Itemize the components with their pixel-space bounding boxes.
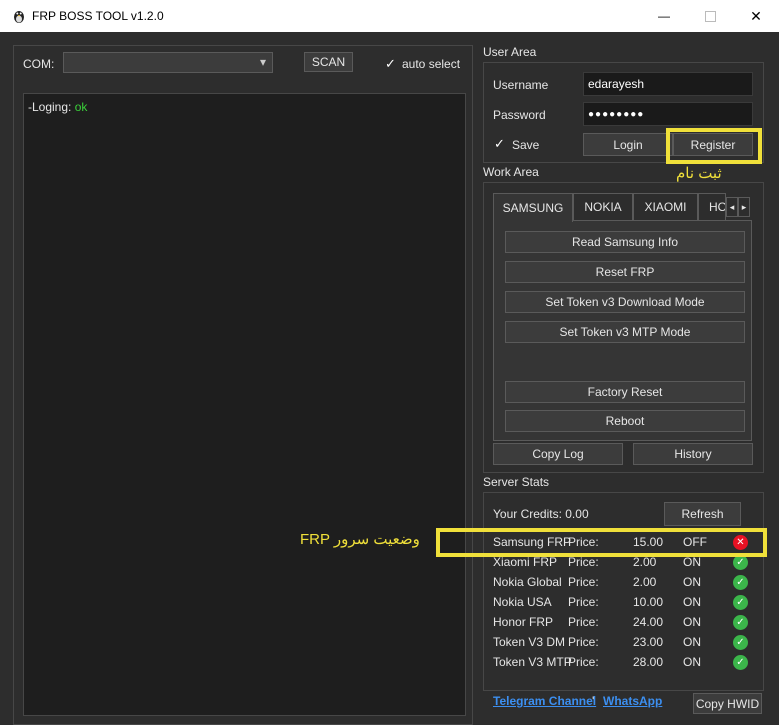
copy-hwid-button[interactable]: Copy HWID (693, 693, 762, 714)
price-label: Price: (568, 595, 599, 609)
service-name: Token V3 MTP (493, 655, 572, 669)
status-value: ON (683, 555, 701, 569)
save-label: Save (512, 138, 540, 152)
status-value: ON (683, 615, 701, 629)
register-annotation: ثبت نام (676, 165, 722, 182)
server-stat-row: Honor FRP Price: 24.00 ON ✓ (493, 615, 763, 635)
read-samsung-info-button[interactable]: Read Samsung Info (505, 231, 745, 253)
status-ok-icon: ✓ (733, 635, 748, 650)
server-stat-row: Xiaomi FRP Price: 2.00 ON ✓ (493, 555, 763, 575)
save-checkbox[interactable]: ✓ (493, 137, 506, 150)
status-ok-icon: ✓ (733, 655, 748, 670)
tab-honor[interactable]: HO (698, 193, 726, 221)
token-mtp-mode-button[interactable]: Set Token v3 MTP Mode (505, 321, 745, 343)
com-label: COM: (23, 57, 55, 71)
close-button[interactable]: ✕ (733, 0, 779, 32)
status-value: ON (683, 655, 701, 669)
username-label: Username (493, 78, 549, 92)
password-field[interactable]: ●●●●●●●● (583, 102, 753, 126)
server-stats-title: Server Stats (483, 475, 550, 489)
tab-scroll-left-icon[interactable]: ◂ (726, 197, 738, 217)
price-value: 28.00 (633, 655, 664, 669)
status-value: ON (683, 575, 701, 589)
server-stat-row: Token V3 MTP Price: 28.00 ON ✓ (493, 655, 763, 675)
status-ok-icon: ✓ (733, 615, 748, 630)
price-label: Price: (568, 615, 599, 629)
tab-nokia[interactable]: NOKIA (573, 193, 633, 221)
price-label: Price: (568, 575, 599, 589)
minimize-button[interactable]: — (641, 0, 687, 32)
login-button[interactable]: Login (583, 133, 673, 156)
server-stat-row: Nokia USA Price: 10.00 ON ✓ (493, 595, 763, 615)
password-label: Password (493, 108, 546, 122)
status-value: ON (683, 595, 701, 609)
minimize-icon: — (658, 9, 670, 23)
credits-label: Your Credits: 0.00 (493, 507, 589, 521)
link-separator: ' (592, 694, 595, 708)
status-ok-icon: ✓ (733, 555, 748, 570)
service-name: Token V3 DM (493, 635, 566, 649)
chevron-down-icon: ▾ (259, 55, 266, 69)
auto-select-label: auto select (402, 57, 461, 71)
status-value: ON (683, 635, 701, 649)
service-name: Nokia USA (493, 595, 552, 609)
username-field[interactable]: edarayesh (583, 72, 753, 96)
price-value: 2.00 (633, 575, 657, 589)
copy-log-button[interactable]: Copy Log (493, 443, 623, 465)
history-button[interactable]: History (633, 443, 753, 465)
app-icon (14, 11, 24, 23)
whatsapp-link[interactable]: WhatsApp (603, 694, 662, 708)
window-title: FRP BOSS TOOL v1.2.0 (32, 9, 164, 23)
factory-reset-button[interactable]: Factory Reset (505, 381, 745, 403)
price-value: 2.00 (633, 555, 657, 569)
price-value: 10.00 (633, 595, 664, 609)
price-label: Price: (568, 655, 599, 669)
title-bar: FRP BOSS TOOL v1.2.0 — ✕ (0, 0, 779, 32)
server-stat-row: Token V3 DM Price: 23.00 ON ✓ (493, 635, 763, 655)
com-select[interactable]: ▾ (63, 52, 273, 73)
work-area-title: Work Area (483, 165, 539, 179)
scan-button[interactable]: SCAN (304, 52, 353, 72)
status-ok-icon: ✓ (733, 575, 748, 590)
reset-frp-button[interactable]: Reset FRP (505, 261, 745, 283)
server-status-highlight (436, 528, 767, 557)
status-ok-icon: ✓ (733, 595, 748, 610)
telegram-link[interactable]: Telegram Channel (493, 694, 596, 708)
log-console: -Loging: ok (23, 93, 466, 716)
tab-samsung[interactable]: SAMSUNG (493, 193, 573, 222)
client-area: COM: ▾ SCAN ✓ auto select -Loging: ok Us… (0, 32, 779, 725)
refresh-button[interactable]: Refresh (664, 502, 741, 526)
price-label: Price: (568, 635, 599, 649)
user-area-title: User Area (483, 45, 537, 59)
token-download-mode-button[interactable]: Set Token v3 Download Mode (505, 291, 745, 313)
reboot-button[interactable]: Reboot (505, 410, 745, 432)
close-icon: ✕ (750, 7, 762, 24)
service-name: Honor FRP (493, 615, 554, 629)
log-status: ok (74, 100, 88, 114)
register-highlight (666, 128, 762, 164)
maximize-button[interactable] (687, 0, 733, 32)
tab-scroll-right-icon[interactable]: ▸ (738, 197, 750, 217)
server-stat-row: Nokia Global Price: 2.00 ON ✓ (493, 575, 763, 595)
price-value: 23.00 (633, 635, 664, 649)
price-value: 24.00 (633, 615, 664, 629)
log-line: -Loging: ok (28, 100, 88, 114)
service-name: Nokia Global (493, 575, 562, 589)
maximize-icon (704, 10, 716, 22)
service-name: Xiaomi FRP (493, 555, 558, 569)
server-status-annotation: FRP وضعیت سرور (300, 531, 420, 548)
tab-xiaomi[interactable]: XIAOMI (633, 193, 698, 221)
price-label: Price: (568, 555, 599, 569)
auto-select-checkbox[interactable]: ✓ (384, 57, 397, 70)
